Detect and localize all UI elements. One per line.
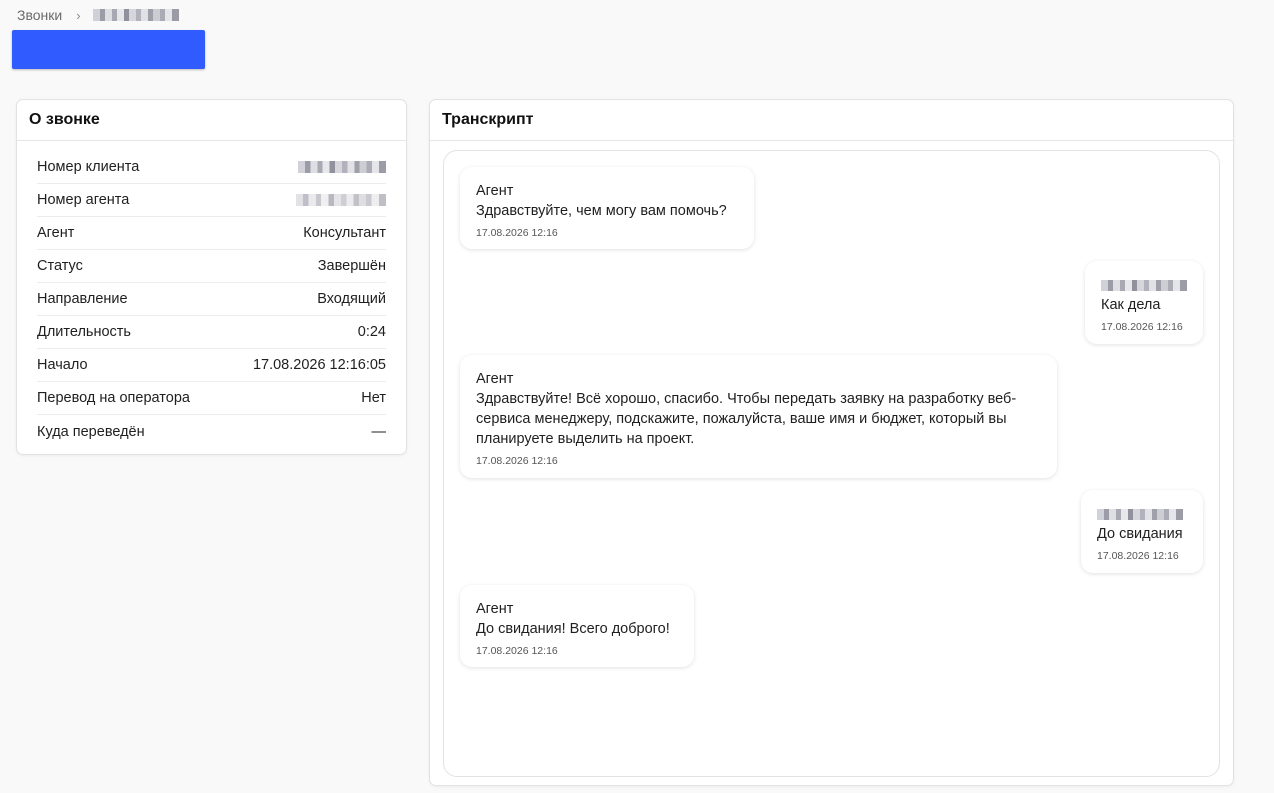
breadcrumb: Звонки ›: [17, 6, 179, 24]
message-time: 17.08.2026 12:16: [1097, 550, 1179, 562]
primary-action-button[interactable]: [12, 30, 205, 69]
info-label: Куда переведён: [37, 423, 145, 440]
message-text: До свидания! Всего доброго!: [476, 621, 670, 637]
info-row-agent-number: Номер агента: [37, 184, 386, 217]
message-client: Как дела 17.08.2026 12:16: [1085, 261, 1203, 344]
info-value: Консультант: [303, 225, 386, 241]
message-time: 17.08.2026 12:16: [1101, 321, 1183, 333]
message-text: Здравствуйте, чем могу вам помочь?: [476, 203, 727, 219]
message-client: До свидания 17.08.2026 12:16: [1081, 490, 1203, 573]
message-time: 17.08.2026 12:16: [476, 227, 558, 239]
message-text: Как дела: [1101, 297, 1161, 313]
message-time: 17.08.2026 12:16: [476, 645, 558, 657]
info-label: Длительность: [37, 324, 131, 340]
message-text: До свидания: [1097, 526, 1183, 542]
info-row-start: Начало 17.08.2026 12:16:05: [37, 349, 386, 382]
message-author: Агент: [476, 371, 514, 387]
call-info-list: Номер клиента Номер агента Агент Консуль…: [17, 141, 406, 448]
info-label: Перевод на оператора: [37, 390, 190, 406]
info-value: —: [371, 423, 387, 440]
message-author-redacted: [1097, 504, 1187, 524]
info-value: Завершён: [317, 258, 386, 274]
info-row-direction: Направление Входящий: [37, 283, 386, 316]
breadcrumb-calls-link[interactable]: Звонки: [17, 7, 62, 23]
message-time: 17.08.2026 12:16: [476, 455, 558, 467]
agent-number-redacted: [296, 194, 386, 206]
message-author-redacted: [1101, 275, 1187, 295]
message-agent: Агент До свидания! Всего доброго! 17.08.…: [460, 585, 694, 667]
breadcrumb-chevron-icon: ›: [76, 7, 81, 23]
message-author: Агент: [476, 601, 514, 617]
transcript-title: Транскрипт: [430, 100, 1233, 141]
info-row-client-number: Номер клиента: [37, 151, 386, 184]
info-label: Начало: [37, 357, 88, 373]
info-row-transfer: Перевод на оператора Нет: [37, 382, 386, 415]
info-value: 0:24: [357, 324, 386, 340]
message-agent: Агент Здравствуйте! Всё хорошо, спасибо.…: [460, 355, 1057, 478]
info-value: 17.08.2026 12:16:05: [252, 357, 386, 373]
message-text: Здравствуйте! Всё хорошо, спасибо. Чтобы…: [476, 391, 1017, 447]
call-info-title: О звонке: [17, 100, 406, 141]
info-row-agent: Агент Консультант: [37, 217, 386, 250]
info-label: Номер клиента: [37, 159, 140, 175]
message-author: Агент: [476, 183, 514, 199]
info-label: Агент: [37, 225, 75, 241]
info-label: Номер агента: [37, 192, 130, 208]
client-number-redacted: [298, 161, 386, 173]
info-label: Направление: [37, 291, 128, 307]
info-value: Нет: [361, 390, 386, 406]
info-row-duration: Длительность 0:24: [37, 316, 386, 349]
info-label: Статус: [37, 258, 83, 274]
info-row-status: Статус Завершён: [37, 250, 386, 283]
transcript-card: Транскрипт Агент Здравствуйте, чем могу …: [429, 99, 1234, 786]
message-agent: Агент Здравствуйте, чем могу вам помочь?…: [460, 167, 754, 249]
breadcrumb-current-call-redacted: [92, 9, 179, 21]
transcript-chat-area[interactable]: Агент Здравствуйте, чем могу вам помочь?…: [443, 150, 1220, 777]
call-info-card: О звонке Номер клиента Номер агента Аген…: [16, 99, 407, 455]
info-value: Входящий: [317, 291, 386, 307]
info-row-transferred-to: Куда переведён —: [37, 415, 386, 448]
